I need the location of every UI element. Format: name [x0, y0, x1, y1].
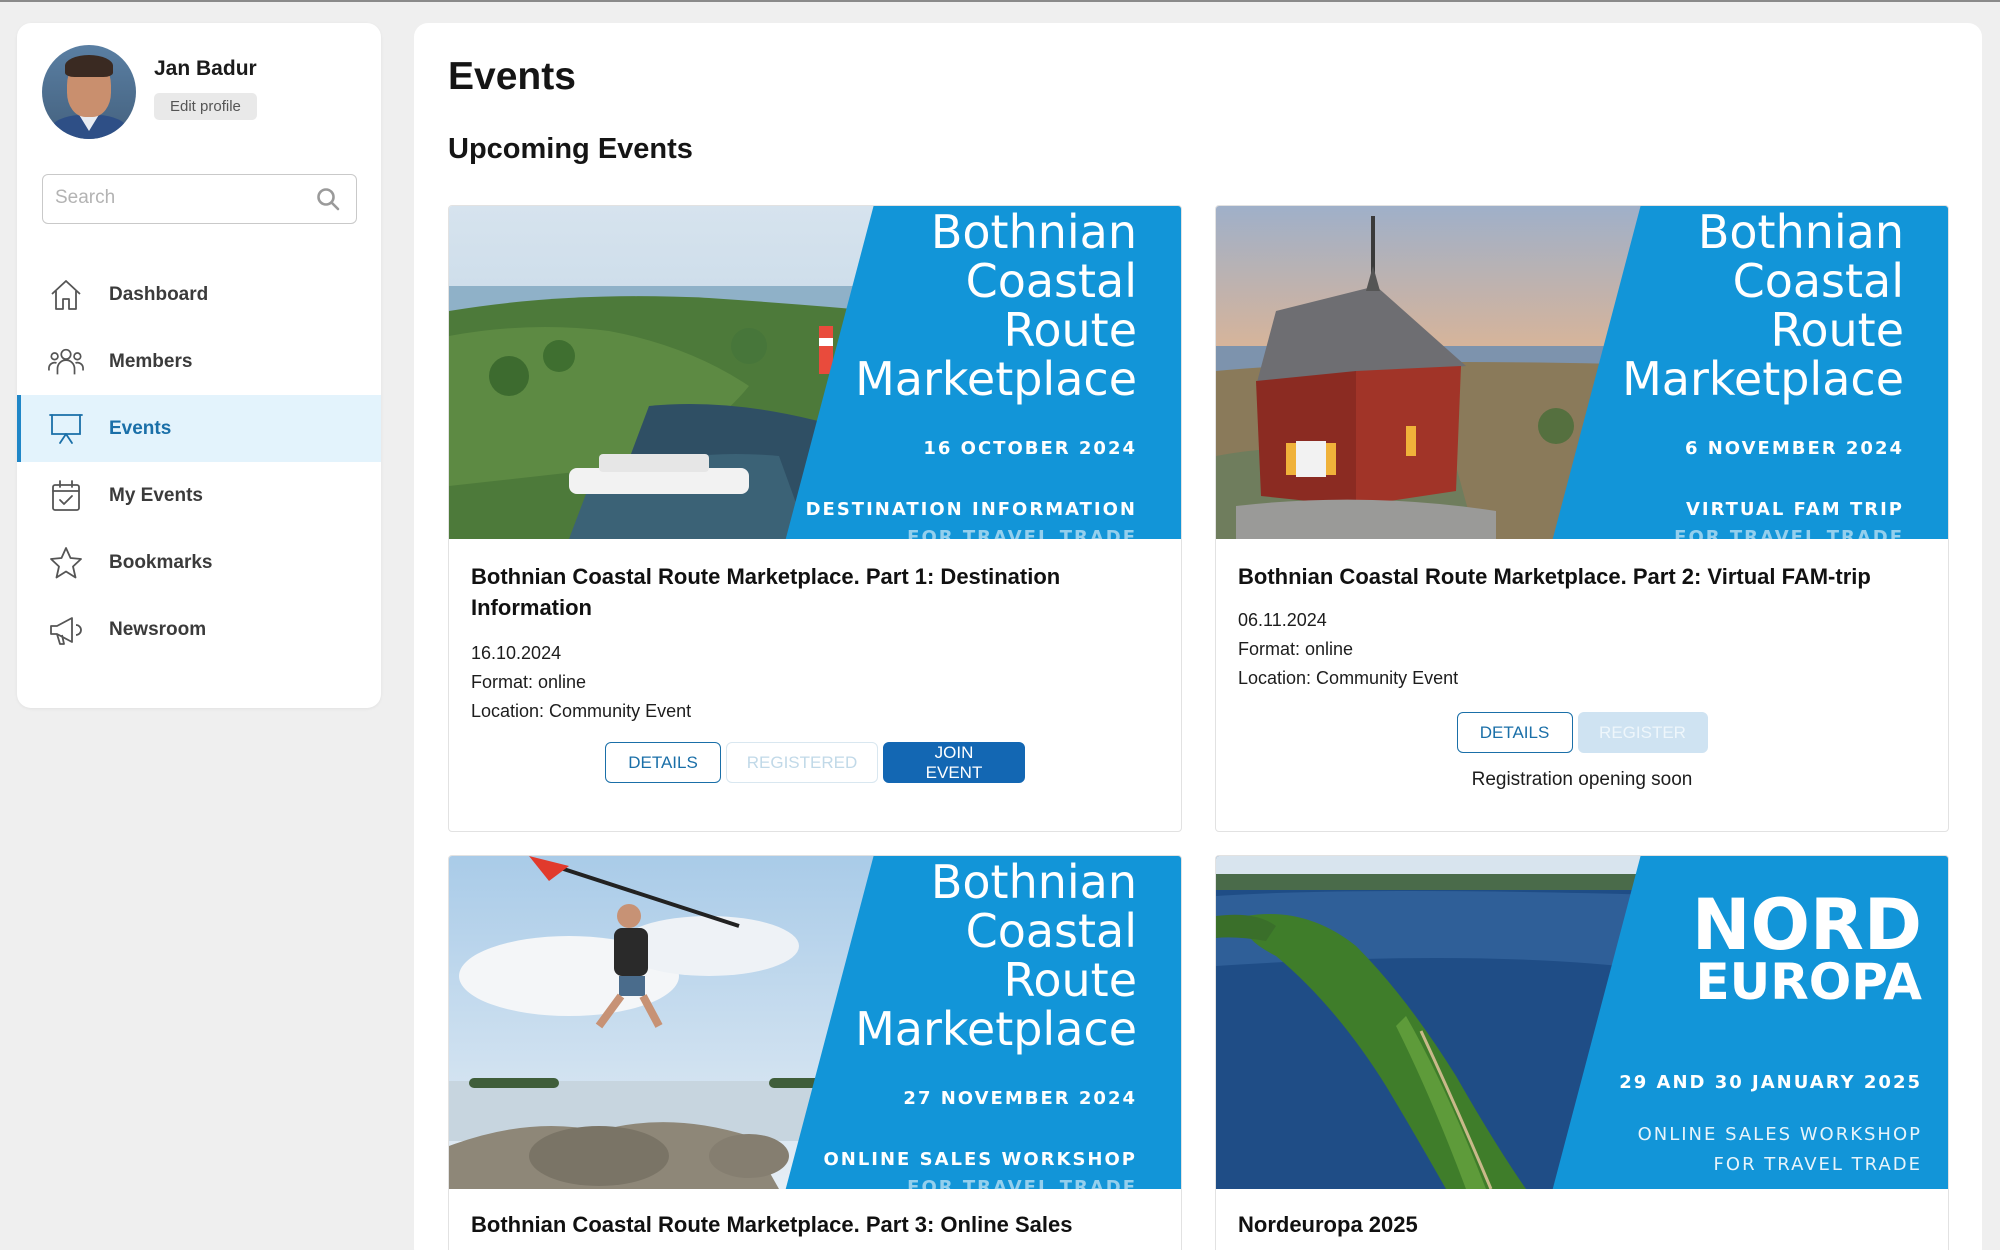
details-button[interactable]: DETAILS [1456, 712, 1573, 753]
profile-name: Jan Badur [154, 57, 257, 80]
sidebar-item-members[interactable]: Members [17, 328, 381, 395]
home-icon [48, 277, 84, 313]
banner-title: Bothnian Coastal Route Marketplace [855, 856, 1137, 1056]
main-content: Events Upcoming Events Bothnian Coastal … [414, 23, 1982, 1250]
calendar-check-icon [48, 478, 84, 514]
event-title[interactable]: Nordeuropa 2025 [1238, 1209, 1926, 1240]
search-input[interactable] [43, 175, 303, 221]
event-title[interactable]: Bothnian Coastal Route Marketplace. Part… [471, 1209, 1159, 1240]
event-format: Format: online [471, 672, 587, 692]
event-card: Bothnian Coastal Route Marketplace 27 NO… [448, 855, 1182, 1250]
section-title: Upcoming Events [448, 133, 693, 165]
event-title[interactable]: Bothnian Coastal Route Marketplace. Part… [1238, 561, 1926, 592]
sidebar-item-label: Members [109, 350, 193, 372]
edit-profile-button[interactable]: Edit profile [154, 93, 257, 120]
event-meta: 06.11.2024 Format: online Location: Comm… [1238, 606, 1926, 693]
sidebar: Jan Badur Edit profile Dashboard [17, 23, 381, 708]
event-banner[interactable]: Bothnian Coastal Route Marketplace 6 NOV… [1216, 206, 1948, 539]
event-meta: 16.10.2024 Format: online Location: Comm… [471, 639, 1159, 726]
event-card: Bothnian Coastal Route Marketplace 16 OC… [448, 205, 1182, 832]
banner-subtitle: ONLINE SALES WORKSHOP FOR TRAVEL TRADE [823, 1149, 1137, 1189]
banner-date: 29 AND 30 JANUARY 2025 [1619, 1072, 1922, 1093]
search-box [42, 174, 357, 224]
banner-subtitle: DESTINATION INFORMATION FOR TRAVEL TRADE [805, 499, 1137, 539]
join-event-button[interactable]: JOIN EVENT [883, 742, 1025, 783]
sidebar-item-label: Events [109, 417, 172, 439]
banner-date: 6 NOVEMBER 2024 [1684, 438, 1904, 459]
banner-date: 16 OCTOBER 2024 [923, 438, 1137, 459]
event-format: Format: online [1238, 639, 1354, 659]
profile-block: Jan Badur Edit profile [42, 45, 257, 139]
sidebar-item-label: My Events [109, 484, 203, 506]
register-button[interactable]: REGISTER [1577, 712, 1708, 753]
event-banner[interactable]: Bothnian Coastal Route Marketplace 27 NO… [449, 856, 1181, 1189]
banner-subtitle: VIRTUAL FAM TRIP FOR TRAVEL TRADE [1674, 499, 1904, 539]
sidebar-item-dashboard[interactable]: Dashboard [17, 261, 381, 328]
event-card: NORD EUROPA 29 AND 30 JANUARY 2025 ONLIN… [1215, 855, 1949, 1250]
sidebar-item-newsroom[interactable]: Newsroom [17, 596, 381, 663]
banner-date: 27 NOVEMBER 2024 [903, 1088, 1137, 1109]
banner-title: NORD EUROPA [1691, 884, 1922, 1011]
presentation-icon [48, 411, 84, 447]
event-location: Location: Community Event [471, 701, 692, 721]
registration-note: Registration opening soon [1471, 769, 1693, 790]
megaphone-icon [48, 612, 84, 648]
sidebar-item-bookmarks[interactable]: Bookmarks [17, 529, 381, 596]
event-date: 06.11.2024 [1238, 610, 1327, 630]
event-title[interactable]: Bothnian Coastal Route Marketplace. Part… [471, 561, 1159, 623]
banner-title: Bothnian Coastal Route Marketplace [1622, 206, 1904, 406]
details-button[interactable]: DETAILS [605, 742, 721, 783]
sidebar-nav: Dashboard Members Events My Events Bookm… [17, 261, 381, 663]
sidebar-item-label: Dashboard [109, 283, 209, 305]
event-card: Bothnian Coastal Route Marketplace 6 NOV… [1215, 205, 1949, 832]
event-date: 16.10.2024 [471, 643, 562, 663]
event-banner[interactable]: NORD EUROPA 29 AND 30 JANUARY 2025 ONLIN… [1216, 856, 1948, 1189]
event-banner[interactable]: Bothnian Coastal Route Marketplace 16 OC… [449, 206, 1181, 539]
search-icon[interactable] [316, 187, 340, 211]
avatar[interactable] [42, 45, 136, 139]
page-title: Events [448, 55, 576, 98]
sidebar-item-events[interactable]: Events [17, 395, 381, 462]
registered-button[interactable]: REGISTERED [726, 742, 878, 783]
sidebar-item-label: Newsroom [109, 618, 207, 640]
sidebar-item-my-events[interactable]: My Events [17, 462, 381, 529]
star-icon [48, 545, 84, 581]
members-icon [48, 344, 84, 380]
sidebar-item-label: Bookmarks [109, 551, 213, 573]
event-location: Location: Community Event [1238, 668, 1459, 688]
banner-subtitle: ONLINE SALES WORKSHOP FOR TRAVEL TRADE [1637, 1124, 1922, 1175]
banner-title: Bothnian Coastal Route Marketplace [855, 206, 1137, 406]
